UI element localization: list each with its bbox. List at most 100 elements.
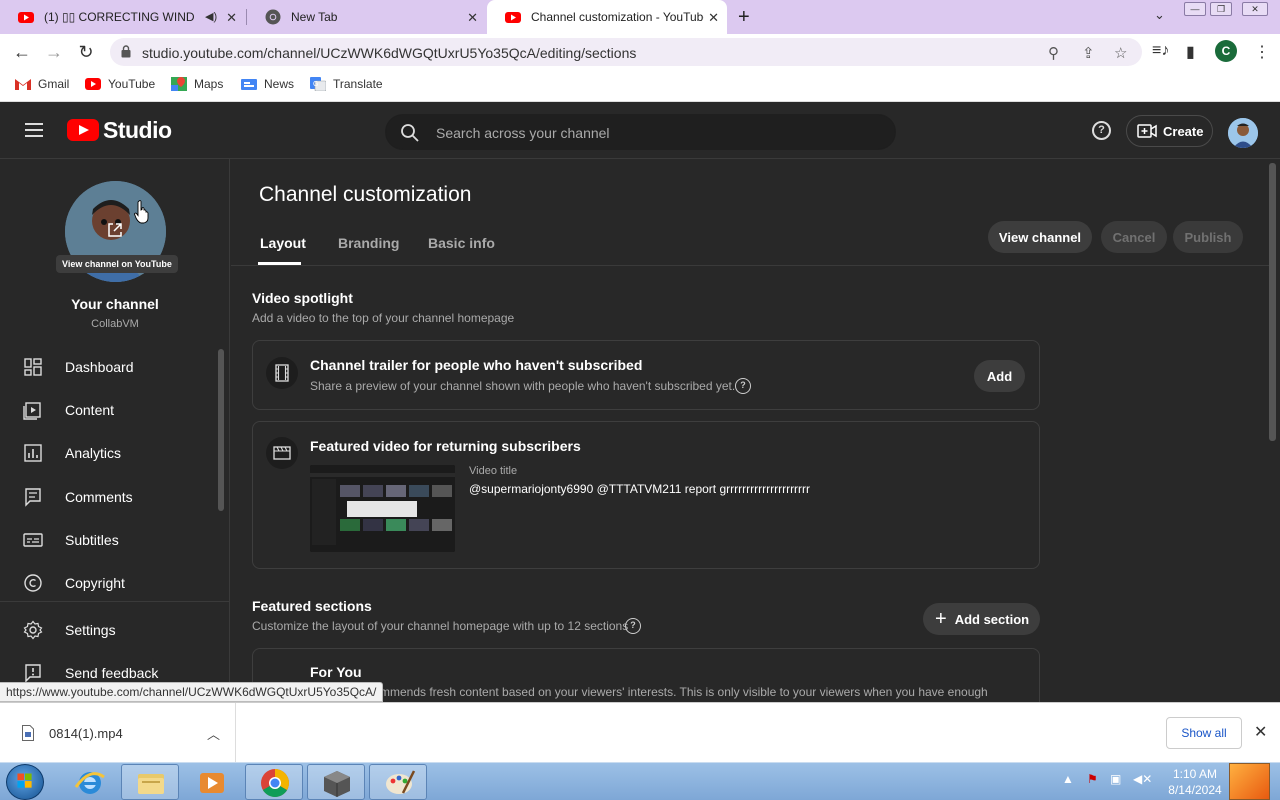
game-cube-icon [324, 771, 350, 797]
bookmark-gmail[interactable]: Gmail [15, 77, 69, 91]
taskbar-media-player[interactable] [182, 764, 240, 800]
close-icon[interactable]: ✕ [467, 10, 478, 26]
hand-cursor-icon [134, 200, 149, 224]
sidebar-item-label: Copyright [65, 575, 125, 591]
new-tab-button[interactable]: + [738, 6, 750, 29]
feedback-icon [25, 664, 41, 683]
sidebar-item-analytics[interactable]: Analytics [0, 432, 222, 474]
show-all-downloads-button[interactable]: Show all [1166, 717, 1242, 749]
add-trailer-button[interactable]: Add [974, 360, 1025, 392]
featured-video-card: Featured video for returning subscribers… [252, 421, 1040, 569]
taskbar-app[interactable] [307, 764, 365, 800]
close-window-button[interactable]: ✕ [1242, 2, 1268, 16]
profile-avatar[interactable]: C [1215, 40, 1237, 62]
svg-text:G: G [313, 81, 318, 88]
sidebar-item-dashboard[interactable]: Dashboard [0, 346, 222, 388]
video-spotlight-title: Video spotlight [252, 290, 353, 306]
url-text: studio.youtube.com/channel/UCzWWK6dWGQtU… [142, 45, 637, 61]
taskbar-paint[interactable] [369, 764, 427, 800]
studio-logo-text[interactable]: Studio [103, 117, 172, 144]
chevron-up-icon[interactable]: ︿ [207, 724, 220, 743]
video-thumbnail[interactable] [310, 465, 455, 552]
sidebar-scrollbar[interactable] [218, 349, 224, 511]
start-button[interactable] [6, 764, 44, 800]
main-scrollbar[interactable] [1269, 163, 1276, 441]
reload-button[interactable]: ↻ [75, 42, 97, 62]
lock-icon [121, 45, 131, 58]
help-icon[interactable]: ? [735, 378, 751, 394]
account-avatar[interactable] [1228, 118, 1258, 148]
sidebar-item-content[interactable]: Content [0, 389, 222, 431]
bookmark-star-icon[interactable]: ☆ [1114, 44, 1127, 62]
bookmark-maps[interactable]: Maps [171, 77, 223, 91]
tab-layout[interactable]: Layout [260, 235, 306, 251]
youtube-icon [85, 78, 101, 90]
taskbar-internet-explorer[interactable] [60, 764, 118, 800]
for-you-title: For You [310, 664, 362, 680]
sidebar-item-label: Settings [65, 622, 116, 638]
tab-branding[interactable]: Branding [338, 235, 399, 251]
view-channel-button[interactable]: View channel [988, 221, 1092, 253]
download-item[interactable]: 0814(1).mp4 ︿ [0, 703, 236, 762]
close-icon[interactable]: ✕ [226, 10, 237, 26]
taskbar-chrome[interactable] [245, 764, 303, 800]
search-input[interactable]: Search across your channel [385, 114, 896, 150]
bookmark-translate[interactable]: G Translate [310, 77, 383, 91]
sidebar-item-label: Content [65, 402, 115, 418]
featured-sections-subtitle: Customize the layout of your channel hom… [252, 619, 629, 633]
search-placeholder: Search across your channel [436, 125, 610, 141]
help-icon[interactable]: ? [625, 618, 641, 634]
bookmark-label: YouTube [108, 77, 156, 91]
share-icon[interactable]: ⇪ [1082, 44, 1095, 62]
tab-basic-info[interactable]: Basic info [428, 235, 495, 251]
taskbar-file-explorer[interactable] [121, 764, 179, 800]
cancel-button[interactable]: Cancel [1101, 221, 1167, 253]
video-title-label: Video title [469, 465, 518, 477]
add-section-button[interactable]: + Add section [923, 603, 1040, 635]
browser-tab-channel-customization[interactable]: Channel customization - YouTube Studio ✕ [487, 0, 727, 34]
studio-header: Studio Search across your channel ? Crea… [0, 103, 1280, 159]
close-icon[interactable]: ✕ [708, 10, 719, 26]
maximize-button[interactable]: ❐ [1210, 2, 1232, 16]
close-icon[interactable]: ✕ [1254, 722, 1267, 742]
browser-tab-new-tab[interactable]: New Tab ✕ [247, 0, 486, 34]
tray-expand-icon[interactable]: ▲ [1062, 772, 1074, 786]
address-bar[interactable]: studio.youtube.com/channel/UCzWWK6dWGQtU… [110, 38, 1142, 66]
bookmark-news[interactable]: News [241, 77, 294, 91]
volume-muted-icon[interactable]: ◀✕ [1133, 772, 1152, 786]
back-button[interactable]: ← [11, 42, 33, 62]
windows-logo-icon [17, 773, 32, 788]
comments-icon [25, 488, 41, 507]
hamburger-menu-icon[interactable] [25, 123, 43, 137]
media-icon[interactable]: ≡♪ [1152, 42, 1169, 60]
sidebar-item-comments[interactable]: Comments [0, 476, 222, 518]
clock-time: 1:10 AM [1172, 767, 1218, 781]
copyright-icon [24, 574, 42, 592]
video-spotlight-subtitle: Add a video to the top of your channel h… [252, 311, 515, 325]
forward-button[interactable]: → [43, 42, 65, 62]
create-button[interactable]: Create [1126, 115, 1213, 147]
action-center-icon[interactable]: ⚑ [1087, 772, 1098, 786]
system-clock[interactable]: 1:10 AM 8/14/2024 [1164, 766, 1226, 798]
network-icon[interactable]: ▣ [1110, 772, 1121, 786]
studio-sidebar: View channel on YouTube Your channel Col… [0, 159, 230, 702]
minimize-button[interactable]: — [1184, 2, 1206, 16]
sidebar-item-subtitles[interactable]: Subtitles [0, 519, 222, 561]
show-desktop-button[interactable] [1229, 763, 1270, 800]
sidebar-item-label: Comments [65, 489, 133, 505]
zoom-icon[interactable]: ⚲ [1048, 44, 1059, 62]
help-icon[interactable]: ? [1092, 121, 1111, 140]
menu-icon[interactable]: ⋮ [1254, 42, 1270, 62]
browser-toolbar: ← → ↻ studio.youtube.com/channel/UCzWWK6… [0, 34, 1280, 70]
video-title-value: @supermariojonty6990 @TTTATVM211 report … [469, 482, 811, 496]
publish-button[interactable]: Publish [1173, 221, 1243, 253]
youtube-logo-icon[interactable] [67, 119, 99, 141]
youtube-icon [505, 12, 521, 23]
sidebar-item-settings[interactable]: Settings [0, 609, 222, 651]
bookmark-youtube[interactable]: YouTube [85, 77, 155, 91]
tab-search-icon[interactable]: ⌄ [1154, 7, 1165, 23]
sidebar-item-copyright[interactable]: Copyright [0, 562, 222, 604]
browser-tab-correcting[interactable]: (1) ▯▯ CORRECTING WINDOWS ◀) ✕ [0, 0, 245, 34]
speaker-icon[interactable]: ◀) [205, 10, 217, 23]
side-panel-icon[interactable]: ▮ [1186, 42, 1195, 62]
